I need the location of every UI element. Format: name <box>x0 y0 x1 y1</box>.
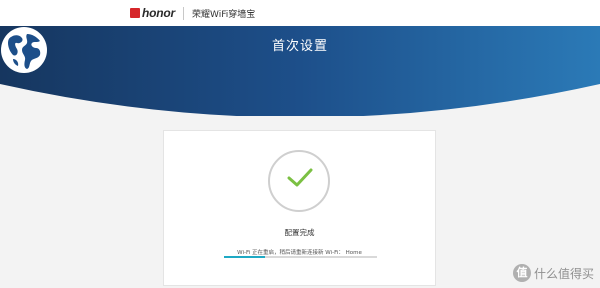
watermark-text: 什么值得买 <box>533 266 594 281</box>
success-badge <box>268 150 330 212</box>
page-title: 首次设置 <box>271 39 328 54</box>
status-title: 配置完成 <box>284 228 315 237</box>
progress-fill <box>224 256 266 258</box>
top-bar: honor 荣耀WiFi穿墙宝 <box>0 0 600 26</box>
product-name: 荣耀WiFi穿墙宝 <box>192 9 256 20</box>
brand-logo: honor <box>142 6 175 20</box>
watermark-logo-icon: 值 <box>512 264 531 282</box>
honor-logo-mark-icon <box>130 8 140 18</box>
globe-icon <box>1 27 47 73</box>
status-message: Wi-Fi 正在重启，稍后请重新连接新 Wi-Fi： Home <box>237 250 362 256</box>
watermark: 值 什么值得买 <box>512 264 594 282</box>
hero-banner: 首次设置 <box>0 26 600 116</box>
setup-complete-card: 配置完成 Wi-Fi 正在重启，稍后请重新连接新 Wi-Fi： Home <box>163 130 436 286</box>
progress-bar <box>224 256 377 258</box>
brand-divider <box>183 6 184 20</box>
brand: honor 荣耀WiFi穿墙宝 <box>130 6 255 20</box>
check-icon <box>287 168 313 187</box>
